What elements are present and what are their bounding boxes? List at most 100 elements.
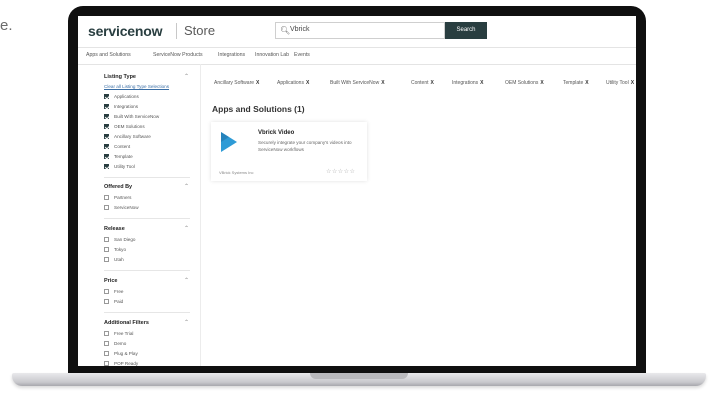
vbrick-play-icon	[221, 132, 237, 152]
close-icon[interactable]: X	[431, 80, 434, 86]
checkbox[interactable]	[104, 144, 109, 149]
app-card[interactable]: Vbrick Video Securely integrate your com…	[211, 122, 367, 181]
checkbox[interactable]	[104, 154, 109, 159]
option-label: Paid	[114, 299, 124, 304]
checkbox[interactable]	[104, 124, 109, 129]
release-title: Release	[104, 226, 125, 232]
option-label: Applications	[114, 94, 139, 99]
chevron-up-icon[interactable]: ⌃	[184, 277, 189, 284]
filter-chip[interactable]: OEM Solutions X	[505, 78, 544, 89]
filter-sidebar: Listing Type ⌃ Clear all Listing Type Se…	[78, 64, 201, 366]
close-icon[interactable]: X	[540, 80, 543, 86]
chip-label: Built With ServiceNow	[330, 80, 380, 86]
divider	[104, 270, 190, 271]
chip-label: Ancillary Software	[214, 80, 255, 86]
option-label: Partners	[114, 195, 132, 200]
laptop-notch	[310, 373, 408, 379]
nav-integrations[interactable]: Integrations	[218, 52, 245, 58]
card-title[interactable]: Vbrick Video	[258, 130, 294, 136]
chip-label: Template	[563, 80, 584, 86]
listing-type-title: Listing Type	[104, 74, 136, 80]
filter-chip[interactable]: Content X	[411, 78, 434, 89]
results-heading: Apps and Solutions (1)	[212, 104, 305, 114]
chevron-up-icon[interactable]: ⌃	[184, 319, 189, 326]
nav-apps-solutions[interactable]: Apps and Solutions	[86, 52, 131, 58]
checkbox[interactable]	[104, 164, 109, 169]
laptop-screen: servicenow Store 🔍︎ Vbrick Search Apps a…	[78, 16, 636, 366]
close-icon[interactable]: X	[306, 80, 309, 86]
close-icon[interactable]: X	[631, 80, 634, 86]
close-icon[interactable]: X	[480, 80, 483, 86]
checkbox[interactable]	[104, 195, 109, 200]
checkbox[interactable]	[104, 331, 109, 336]
nav-events[interactable]: Events	[294, 52, 310, 58]
chevron-up-icon[interactable]: ⌃	[184, 183, 189, 190]
option-label: Integrations	[114, 104, 139, 109]
top-bar: servicenow Store 🔍︎ Vbrick Search	[78, 16, 636, 48]
additional-filters-title: Additional Filters	[104, 320, 149, 326]
option-label: Content	[114, 144, 131, 149]
checkbox[interactable]	[104, 361, 109, 366]
filter-chip[interactable]: Built With ServiceNow X	[330, 78, 385, 89]
option-label: OEM Solutions	[114, 124, 145, 129]
checkbox[interactable]	[104, 289, 109, 294]
option-label: ServiceNow	[114, 205, 139, 210]
chip-label: Utility Tool	[606, 80, 629, 86]
offered-by-title: Offered By	[104, 184, 133, 190]
checkbox[interactable]	[104, 94, 109, 99]
checkbox[interactable]	[104, 257, 109, 262]
card-description: Securely integrate your company's videos…	[258, 140, 352, 152]
main-nav: Apps and Solutions ServiceNow Products I…	[78, 47, 636, 65]
option-label: Free	[114, 289, 124, 294]
option-label: Utility Tool	[114, 164, 135, 169]
price-title: Price	[104, 278, 118, 284]
checkbox[interactable]	[104, 247, 109, 252]
filter-chip[interactable]: Applications X	[277, 78, 309, 89]
nav-servicenow-products[interactable]: ServiceNow Products	[153, 52, 203, 58]
chip-label: OEM Solutions	[505, 80, 539, 86]
option-label: Utah	[114, 257, 124, 262]
card-vendor: VBrick Systems Inc	[219, 170, 254, 175]
close-icon[interactable]: X	[256, 80, 259, 86]
search-icon: 🔍︎	[280, 26, 291, 35]
divider	[104, 177, 190, 178]
filter-chip[interactable]: Utility Tool X	[606, 78, 634, 89]
checkbox[interactable]	[104, 351, 109, 356]
close-icon[interactable]: X	[381, 80, 384, 86]
filter-chip[interactable]: Ancillary Software X	[214, 78, 259, 89]
option-label: POP Ready	[114, 361, 139, 366]
checkbox[interactable]	[104, 134, 109, 139]
chevron-up-icon[interactable]: ⌃	[184, 73, 189, 80]
checkbox[interactable]	[104, 114, 109, 119]
selected-filter-chips: Ancillary Software X Applications X Built …	[214, 78, 636, 92]
checkbox[interactable]	[104, 237, 109, 242]
star-rating: ☆☆☆☆☆	[326, 169, 356, 175]
option-label: Plug & Play	[114, 351, 138, 356]
search-value: Vbrick	[290, 26, 310, 33]
cropped-edge-text: e.	[0, 17, 13, 34]
logo-divider	[176, 23, 177, 39]
option-label: Free Trial	[114, 331, 134, 336]
search-button[interactable]: Search	[445, 22, 487, 39]
filter-chip[interactable]: Template X	[563, 78, 589, 89]
divider	[104, 312, 190, 313]
search-input[interactable]: 🔍︎ Vbrick	[275, 22, 445, 39]
option-label: Template	[114, 154, 133, 159]
checkbox[interactable]	[104, 341, 109, 346]
chip-label: Content	[411, 80, 429, 86]
option-label: San Diego	[114, 237, 136, 242]
store-label[interactable]: Store	[184, 23, 215, 38]
nav-innovation-lab[interactable]: Innovation Lab	[255, 52, 289, 58]
chevron-up-icon[interactable]: ⌃	[184, 225, 189, 232]
chip-label: Integrations	[452, 80, 479, 86]
clear-listing-type-link[interactable]: Clear all Listing Type Selections	[104, 84, 169, 89]
servicenow-logo[interactable]: servicenow	[88, 23, 162, 39]
option-label: Demo	[114, 341, 127, 346]
checkbox[interactable]	[104, 205, 109, 210]
option-label: Built With ServiceNow	[114, 114, 160, 119]
checkbox[interactable]	[104, 104, 109, 109]
chip-label: Applications	[277, 80, 304, 86]
checkbox[interactable]	[104, 299, 109, 304]
filter-chip[interactable]: Integrations X	[452, 78, 483, 89]
close-icon[interactable]: X	[585, 80, 588, 86]
